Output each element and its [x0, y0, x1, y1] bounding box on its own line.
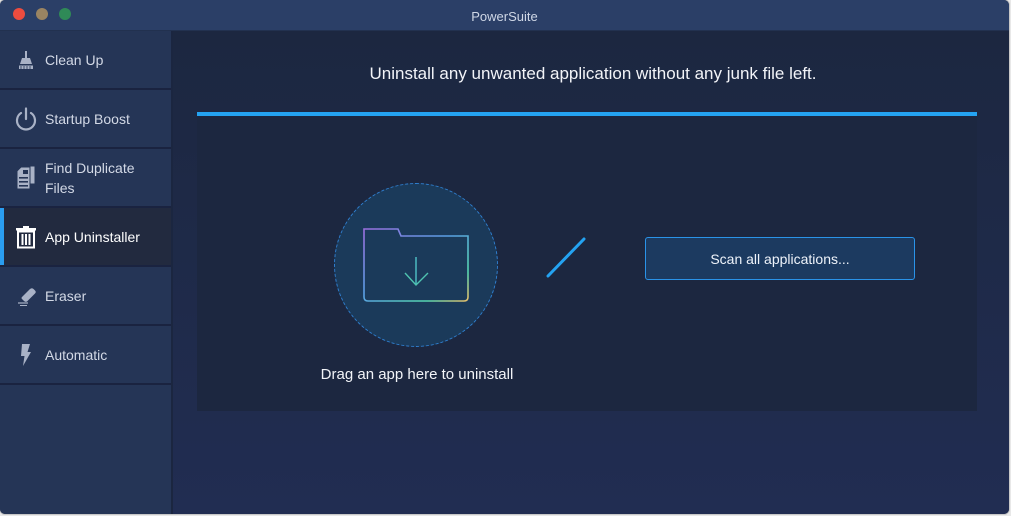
accent-bar	[197, 112, 977, 116]
drop-zone-label: Drag an app here to uninstall	[320, 366, 514, 383]
lightning-icon	[13, 342, 39, 368]
sidebar-item-label: Eraser	[45, 287, 87, 304]
sidebar-item-clean-up[interactable]: Clean Up	[0, 31, 171, 90]
sidebar-item-label: Automatic	[45, 346, 108, 363]
sidebar-item-eraser[interactable]: Eraser	[0, 267, 171, 326]
sidebar-item-label: Find Duplicate Files	[45, 159, 135, 196]
app-window: PowerSuite Clean Up Startup Boost Find D…	[0, 0, 1009, 514]
folder-download-icon	[363, 228, 469, 302]
trash-icon	[13, 224, 39, 250]
uninstaller-card: Drag an app here to uninstall Scan all a…	[197, 112, 977, 411]
sidebar-item-label: Clean Up	[45, 51, 104, 68]
title-bar: PowerSuite	[0, 0, 1009, 31]
scan-all-applications-button[interactable]: Scan all applications...	[645, 237, 915, 280]
main-panel: Uninstall any unwanted application witho…	[173, 31, 1009, 514]
broom-icon	[13, 47, 39, 73]
eraser-icon	[13, 283, 39, 309]
sidebar: Clean Up Startup Boost Find Duplicate Fi…	[0, 31, 173, 514]
app-drop-zone[interactable]	[334, 183, 498, 347]
sidebar-item-label: App Uninstaller	[45, 228, 140, 245]
sidebar-item-startup-boost[interactable]: Startup Boost	[0, 90, 171, 149]
duplicate-files-icon	[13, 165, 39, 191]
sidebar-item-app-uninstaller[interactable]: App Uninstaller	[0, 208, 171, 267]
sidebar-item-label: Startup Boost	[45, 110, 130, 127]
page-headline: Uninstall any unwanted application witho…	[369, 64, 817, 83]
separator-slash	[546, 237, 586, 278]
window-title: PowerSuite	[471, 9, 538, 24]
sidebar-item-automatic[interactable]: Automatic	[0, 326, 171, 385]
power-icon	[13, 106, 39, 132]
sidebar-item-find-duplicate-files[interactable]: Find Duplicate Files	[0, 149, 171, 208]
